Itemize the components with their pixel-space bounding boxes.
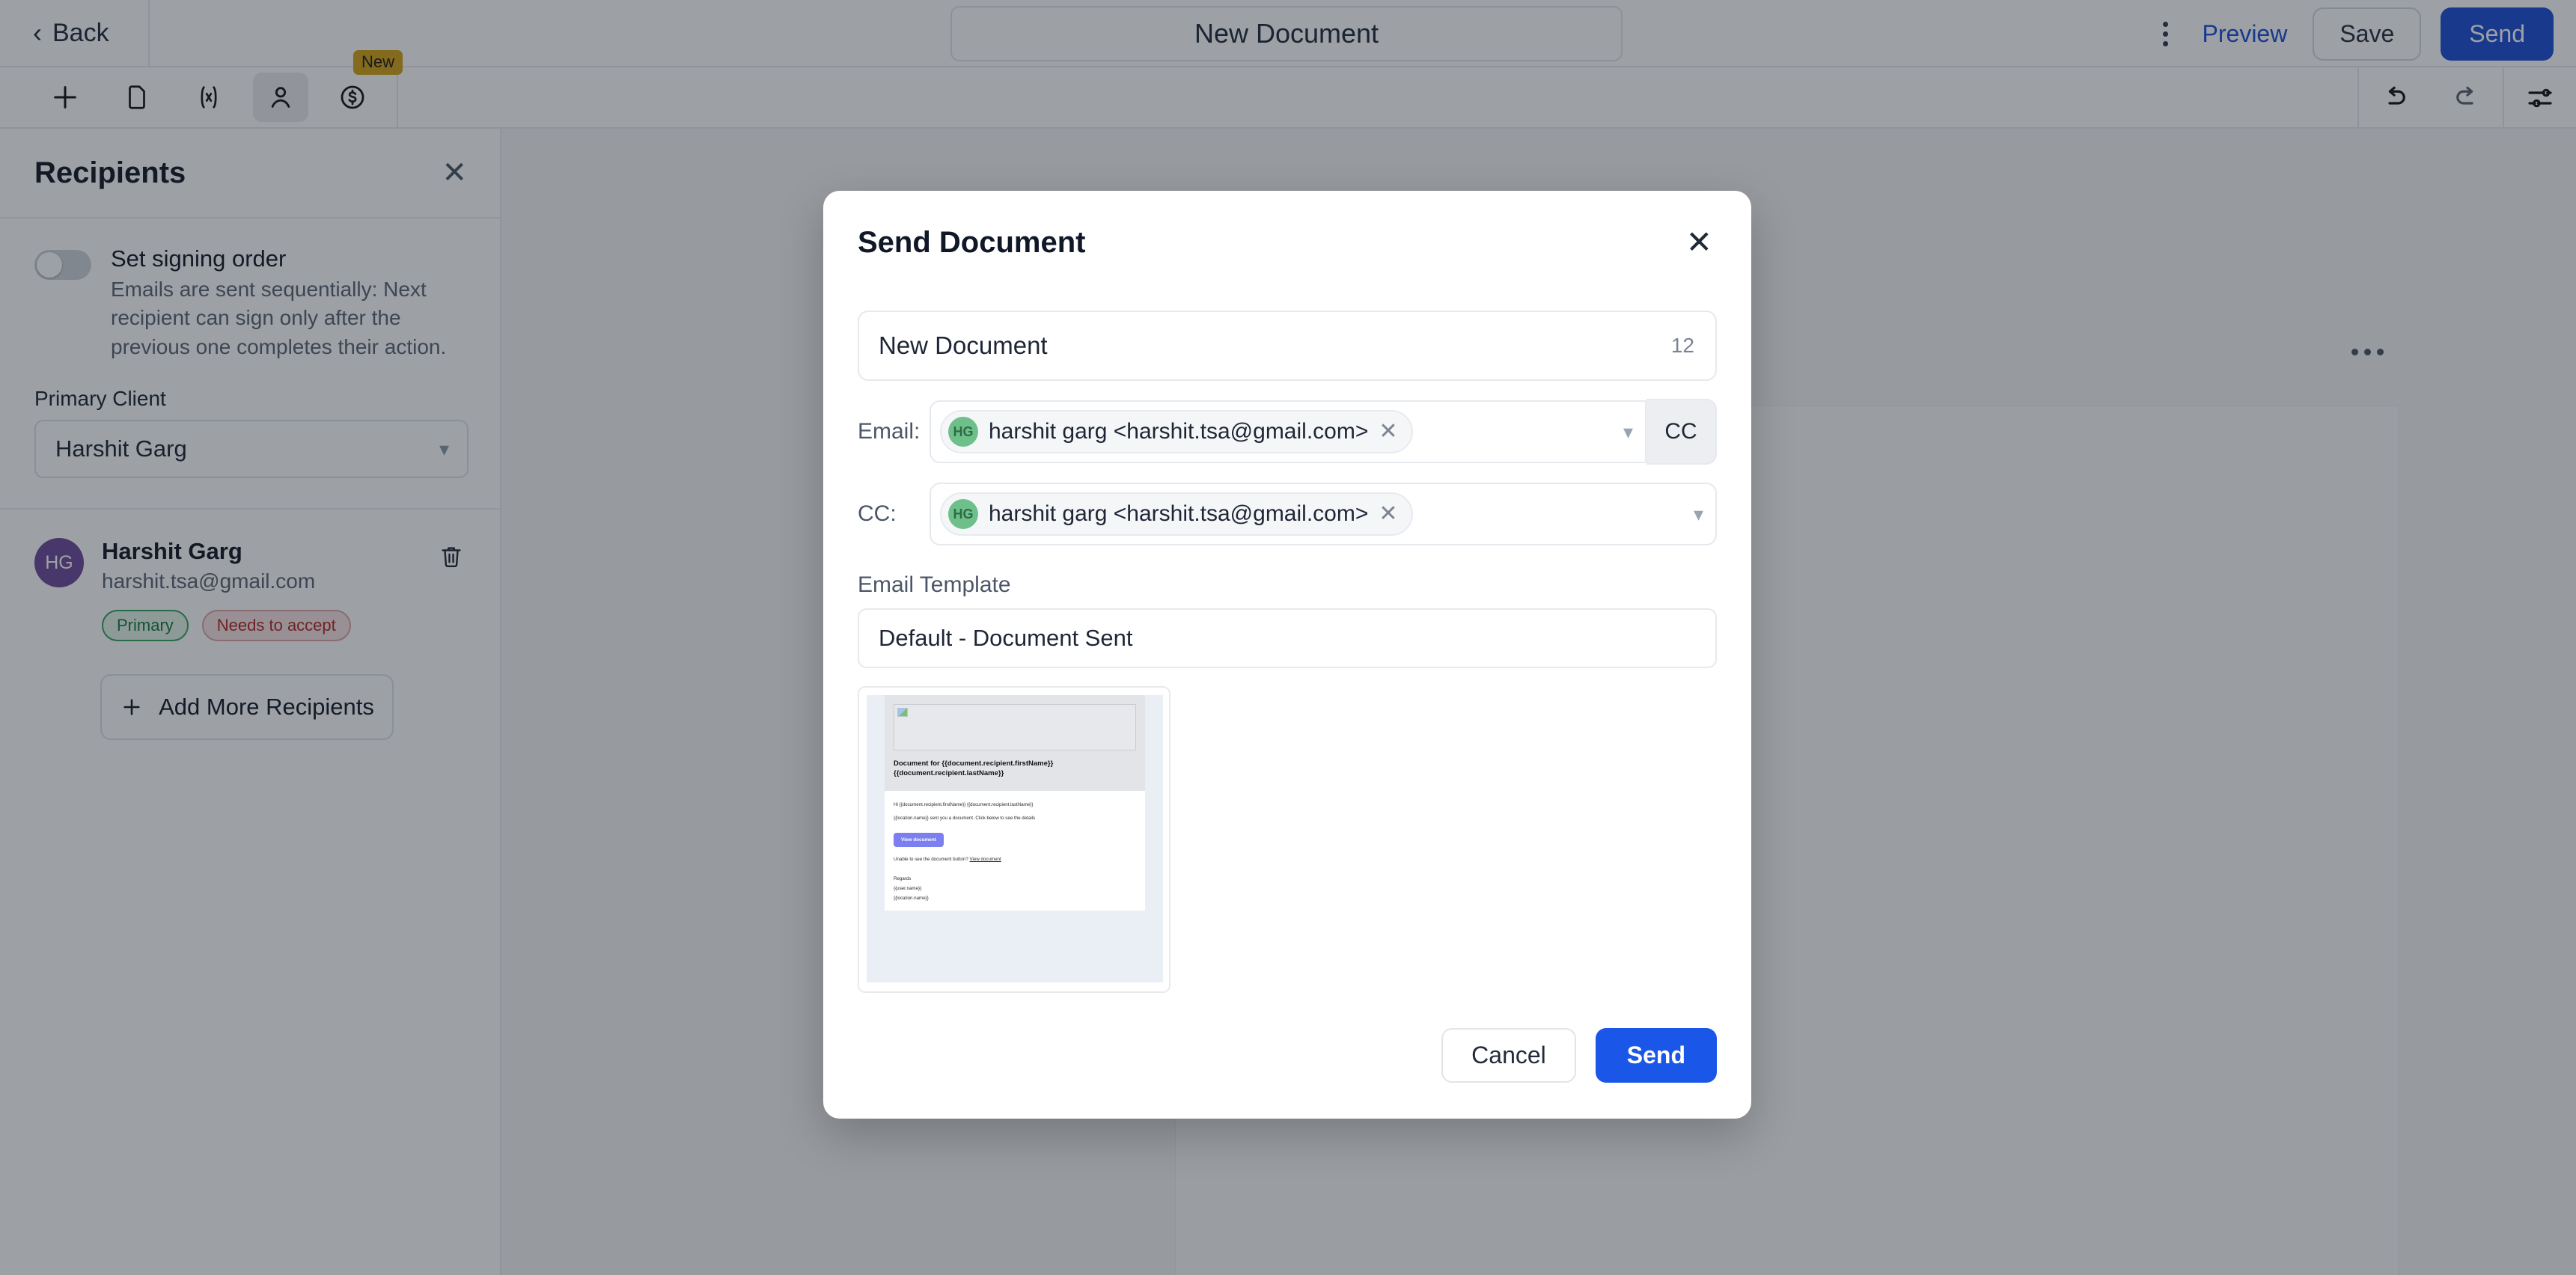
cc-input[interactable]: HG harshit garg <harshit.tsa@gmail.com> … [930,483,1717,545]
email-row: Email: HG harshit garg <harshit.tsa@gmai… [858,399,1717,465]
email-input[interactable]: HG harshit garg <harshit.tsa@gmail.com> … [930,400,1646,463]
app-root: ‹ Back New Document Preview Save Send Ne… [0,0,2576,1275]
email-preview-location: {{location.name}} [894,895,929,901]
modal-title: Send Document [858,225,1086,259]
email-preview-fallback: Unable to see the document button? View … [894,856,1136,863]
cc-recipient-text: harshit garg <harshit.tsa@gmail.com> [989,501,1369,526]
email-preview-signature: Regards {{user.name}} {{location.name}} [894,874,1136,903]
cc-recipient-tag: HG harshit garg <harshit.tsa@gmail.com> … [940,492,1413,536]
email-preview: Document for {{document.recipient.firstN… [858,686,1171,993]
email-preview-signoff: Regards [894,875,912,881]
cc-button[interactable]: CC [1646,399,1717,465]
broken-image-icon [894,704,1136,750]
chevron-down-icon[interactable]: ▾ [1683,503,1703,526]
tag-avatar: HG [948,499,978,529]
email-preview-content: Hi {{document.recipient.firstName}} {{do… [885,790,1145,911]
email-recipient-text: harshit garg <harshit.tsa@gmail.com> [989,419,1369,444]
close-icon[interactable]: ✕ [1682,227,1717,258]
modal-header: Send Document ✕ [858,191,1717,294]
document-name-value: New Document [879,331,1048,359]
email-preview-cta-button: View document [894,833,944,848]
chevron-down-icon[interactable]: ▾ [1613,421,1633,444]
email-preview-fallback-link: View document [969,857,1001,863]
email-preview-user: {{user.name}} [894,885,922,891]
cancel-button[interactable]: Cancel [1441,1028,1576,1083]
send-document-modal: Send Document ✕ New Document 12 Email: H… [823,191,1751,1119]
send-button[interactable]: Send [1595,1028,1717,1083]
email-preview-heading: Document for {{document.recipient.firstN… [894,759,1054,777]
email-template-value: Default - Document Sent [879,625,1133,651]
email-preview-body: Document for {{document.recipient.firstN… [867,695,1163,982]
email-preview-intro: {{location.name}} sent you a document. C… [894,815,1036,821]
email-recipient-tag: HG harshit garg <harshit.tsa@gmail.com> … [940,410,1413,453]
email-preview-greeting: Hi {{document.recipient.firstName}} {{do… [894,801,1034,807]
remove-cc-recipient-icon[interactable]: ✕ [1379,503,1397,525]
email-label: Email: [858,419,921,444]
remove-email-recipient-icon[interactable]: ✕ [1379,421,1397,443]
email-template-select[interactable]: Default - Document Sent [858,608,1717,668]
document-name-input[interactable]: New Document 12 [858,311,1717,381]
modal-footer: Cancel Send [1441,1028,1717,1083]
character-count: 12 [1670,334,1694,357]
cc-label: CC: [858,501,897,526]
email-preview-header: Document for {{document.recipient.firstN… [885,695,1145,791]
image-placeholder-glyph [897,708,908,717]
tag-avatar: HG [948,417,978,447]
cc-row: CC: HG harshit garg <harshit.tsa@gmail.c… [858,483,1717,545]
email-template-label: Email Template [858,572,1011,597]
email-preview-fallback-prefix: Unable to see the document button? [894,857,968,863]
